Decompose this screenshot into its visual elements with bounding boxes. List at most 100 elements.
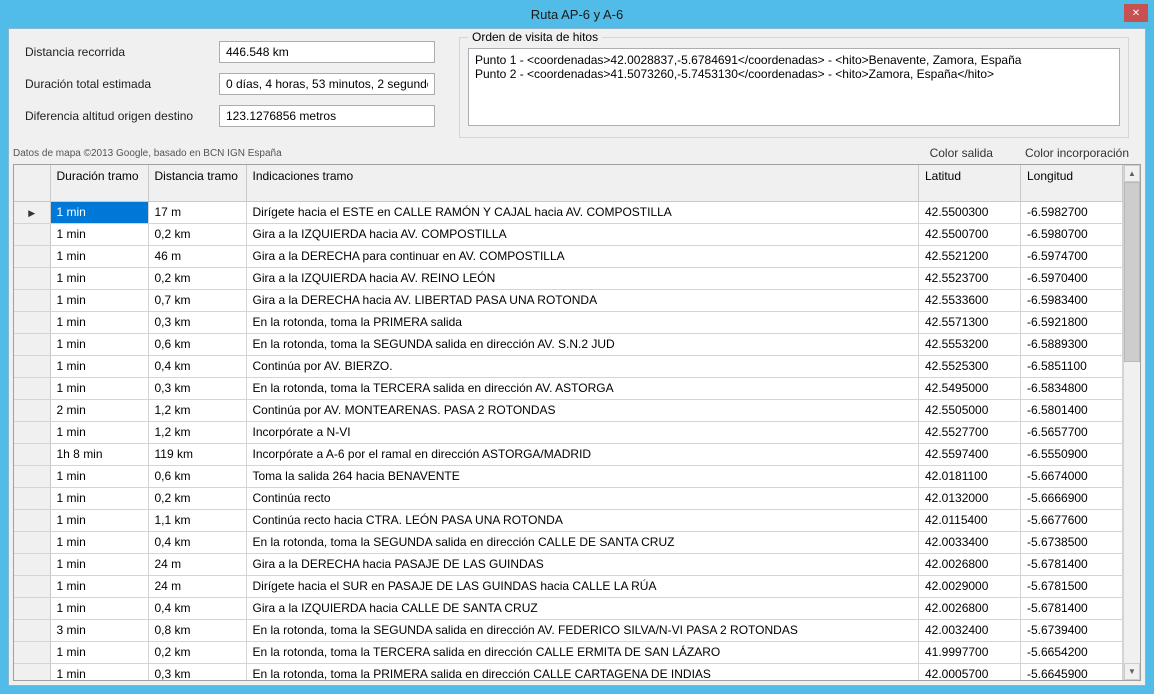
row-header[interactable]	[14, 245, 50, 267]
cell-latitud[interactable]: 42.5500300	[919, 201, 1021, 223]
cell-distancia[interactable]: 0,4 km	[148, 355, 246, 377]
cell-indicaciones[interactable]: Gira a la DERECHA para continuar en AV. …	[246, 245, 919, 267]
cell-distancia[interactable]: 0,6 km	[148, 465, 246, 487]
row-header[interactable]	[14, 223, 50, 245]
cell-indicaciones[interactable]: Gira a la DERECHA hacia AV. LIBERTAD PAS…	[246, 289, 919, 311]
cell-distancia[interactable]: 0,3 km	[148, 311, 246, 333]
cell-distancia[interactable]: 1,2 km	[148, 399, 246, 421]
cell-distancia[interactable]: 1,1 km	[148, 509, 246, 531]
cell-longitud[interactable]: -6.5970400	[1021, 267, 1123, 289]
row-header[interactable]	[14, 201, 50, 223]
cell-longitud[interactable]: -5.6645900	[1021, 663, 1123, 680]
cell-longitud[interactable]: -5.6781500	[1021, 575, 1123, 597]
scroll-thumb[interactable]	[1124, 182, 1140, 362]
cell-indicaciones[interactable]: En la rotonda, toma la SEGUNDA salida en…	[246, 619, 919, 641]
cell-indicaciones[interactable]: En la rotonda, toma la TERCERA salida en…	[246, 377, 919, 399]
table-row[interactable]: 1 min0,6 kmEn la rotonda, toma la SEGUND…	[14, 333, 1123, 355]
color-incorporacion-link[interactable]: Color incorporación	[1025, 146, 1129, 160]
cell-longitud[interactable]: -6.5889300	[1021, 333, 1123, 355]
cell-duracion[interactable]: 1 min	[50, 597, 148, 619]
cell-latitud[interactable]: 42.5533600	[919, 289, 1021, 311]
row-header[interactable]	[14, 487, 50, 509]
table-row[interactable]: 1 min0,2 kmGira a la IZQUIERDA hacia AV.…	[14, 223, 1123, 245]
row-header[interactable]	[14, 333, 50, 355]
cell-latitud[interactable]: 42.5495000	[919, 377, 1021, 399]
table-row[interactable]: 1h 8 min119 kmIncorpórate a A-6 por el r…	[14, 443, 1123, 465]
cell-duracion[interactable]: 1 min	[50, 487, 148, 509]
cell-indicaciones[interactable]: Continúa por AV. MONTEARENAS. PASA 2 ROT…	[246, 399, 919, 421]
cell-indicaciones[interactable]: En la rotonda, toma la TERCERA salida en…	[246, 641, 919, 663]
col-distancia[interactable]: Distancia tramo	[148, 165, 246, 201]
cell-latitud[interactable]: 42.0181100	[919, 465, 1021, 487]
cell-duracion[interactable]: 1 min	[50, 333, 148, 355]
table-row[interactable]: 1 min0,4 kmEn la rotonda, toma la SEGUND…	[14, 531, 1123, 553]
row-header[interactable]	[14, 421, 50, 443]
table-row[interactable]: 1 min1,2 kmIncorpórate a N-VI42.5527700-…	[14, 421, 1123, 443]
cell-indicaciones[interactable]: Toma la salida 264 hacia BENAVENTE	[246, 465, 919, 487]
row-header[interactable]	[14, 575, 50, 597]
vertical-scrollbar[interactable]: ▲ ▼	[1123, 165, 1140, 680]
cell-distancia[interactable]: 0,2 km	[148, 267, 246, 289]
cell-latitud[interactable]: 42.0033400	[919, 531, 1021, 553]
row-header[interactable]	[14, 443, 50, 465]
table-row[interactable]: 1 min24 mGira a la DERECHA hacia PASAJE …	[14, 553, 1123, 575]
cell-longitud[interactable]: -5.6781400	[1021, 597, 1123, 619]
cell-latitud[interactable]: 42.0032400	[919, 619, 1021, 641]
scroll-up-button[interactable]: ▲	[1124, 165, 1140, 182]
cell-indicaciones[interactable]: Gira a la IZQUIERDA hacia CALLE DE SANTA…	[246, 597, 919, 619]
cell-duracion[interactable]: 1 min	[50, 223, 148, 245]
cell-distancia[interactable]: 0,6 km	[148, 333, 246, 355]
cell-longitud[interactable]: -6.5974700	[1021, 245, 1123, 267]
table-row[interactable]: 1 min0,2 kmGira a la IZQUIERDA hacia AV.…	[14, 267, 1123, 289]
table-row[interactable]: 1 min0,6 kmToma la salida 264 hacia BENA…	[14, 465, 1123, 487]
cell-longitud[interactable]: -5.6739400	[1021, 619, 1123, 641]
scroll-track[interactable]	[1124, 182, 1140, 663]
cell-distancia[interactable]: 1,2 km	[148, 421, 246, 443]
col-latitud[interactable]: Latitud	[919, 165, 1021, 201]
cell-indicaciones[interactable]: Gira a la IZQUIERDA hacia AV. COMPOSTILL…	[246, 223, 919, 245]
col-duracion[interactable]: Duración tramo	[50, 165, 148, 201]
row-header[interactable]	[14, 619, 50, 641]
altitude-input[interactable]	[219, 105, 435, 127]
cell-indicaciones[interactable]: Continúa recto hacia CTRA. LEÓN PASA UNA…	[246, 509, 919, 531]
cell-indicaciones[interactable]: En la rotonda, toma la PRIMERA salida en…	[246, 663, 919, 680]
cell-duracion[interactable]: 1 min	[50, 421, 148, 443]
row-header[interactable]	[14, 267, 50, 289]
cell-latitud[interactable]: 42.5525300	[919, 355, 1021, 377]
row-header[interactable]	[14, 531, 50, 553]
cell-indicaciones[interactable]: En la rotonda, toma la SEGUNDA salida en…	[246, 531, 919, 553]
cell-duracion[interactable]: 3 min	[50, 619, 148, 641]
row-header[interactable]	[14, 465, 50, 487]
cell-duracion[interactable]: 1h 8 min	[50, 443, 148, 465]
distance-input[interactable]	[219, 41, 435, 63]
table-row[interactable]: 1 min0,2 kmEn la rotonda, toma la TERCER…	[14, 641, 1123, 663]
cell-latitud[interactable]: 42.5571300	[919, 311, 1021, 333]
cell-distancia[interactable]: 0,3 km	[148, 377, 246, 399]
cell-duracion[interactable]: 1 min	[50, 377, 148, 399]
table-row[interactable]: 1 min46 mGira a la DERECHA para continua…	[14, 245, 1123, 267]
cell-duracion[interactable]: 1 min	[50, 575, 148, 597]
cell-latitud[interactable]: 42.5597400	[919, 443, 1021, 465]
cell-duracion[interactable]: 1 min	[50, 267, 148, 289]
row-header[interactable]	[14, 597, 50, 619]
row-header[interactable]	[14, 553, 50, 575]
cell-longitud[interactable]: -5.6654200	[1021, 641, 1123, 663]
cell-latitud[interactable]: 42.0005700	[919, 663, 1021, 680]
cell-distancia[interactable]: 46 m	[148, 245, 246, 267]
cell-longitud[interactable]: -6.5801400	[1021, 399, 1123, 421]
cell-latitud[interactable]: 42.0026800	[919, 553, 1021, 575]
cell-duracion[interactable]: 1 min	[50, 465, 148, 487]
cell-distancia[interactable]: 0,8 km	[148, 619, 246, 641]
col-indicaciones[interactable]: Indicaciones tramo	[246, 165, 919, 201]
cell-indicaciones[interactable]: Gira a la DERECHA hacia PASAJE DE LAS GU…	[246, 553, 919, 575]
cell-longitud[interactable]: -5.6781400	[1021, 553, 1123, 575]
cell-distancia[interactable]: 24 m	[148, 575, 246, 597]
cell-longitud[interactable]: -6.5921800	[1021, 311, 1123, 333]
row-header[interactable]	[14, 289, 50, 311]
cell-duracion[interactable]: 1 min	[50, 311, 148, 333]
cell-indicaciones[interactable]: Continúa recto	[246, 487, 919, 509]
cell-duracion[interactable]: 1 min	[50, 245, 148, 267]
row-header[interactable]	[14, 399, 50, 421]
table-row[interactable]: 3 min0,8 kmEn la rotonda, toma la SEGUND…	[14, 619, 1123, 641]
cell-longitud[interactable]: -5.6677600	[1021, 509, 1123, 531]
